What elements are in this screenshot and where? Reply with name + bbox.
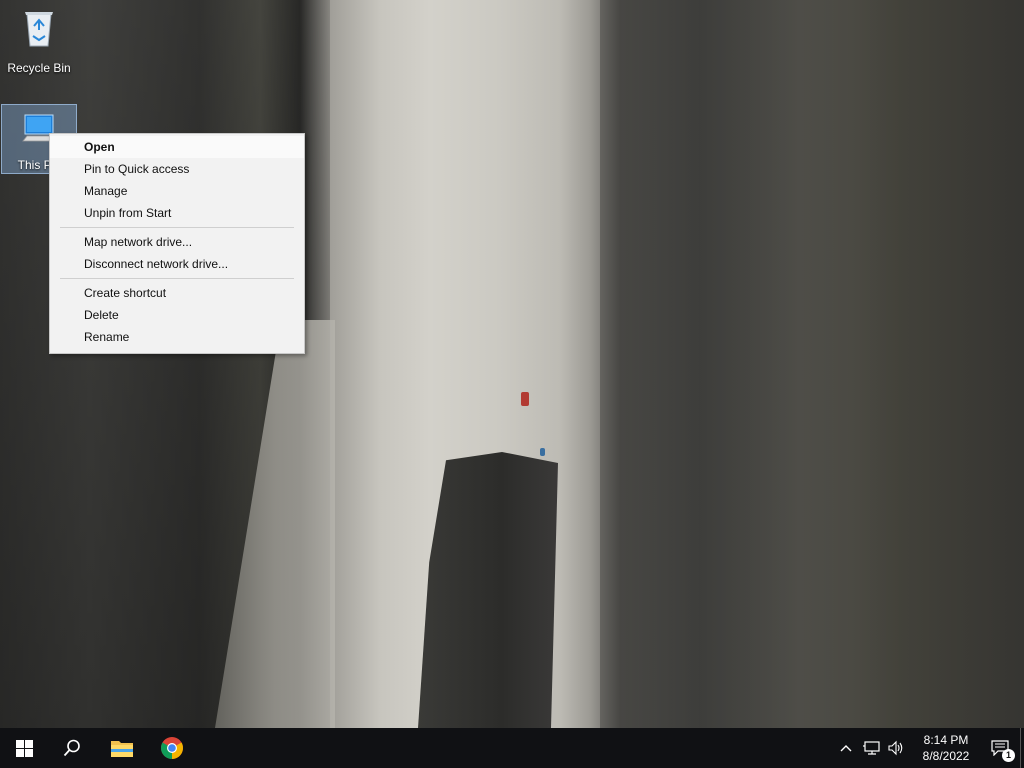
chrome-icon (161, 737, 183, 759)
wallpaper-climber (521, 392, 529, 406)
action-center-button[interactable]: 1 (980, 728, 1020, 768)
menu-item-rename[interactable]: Rename (50, 326, 304, 348)
desktop-wallpaper[interactable] (0, 0, 1024, 728)
menu-item-open[interactable]: Open (50, 136, 304, 158)
volume-button[interactable] (884, 728, 908, 768)
speaker-icon (888, 740, 903, 756)
menu-separator (60, 278, 294, 279)
menu-separator (60, 227, 294, 228)
file-explorer-button[interactable] (98, 728, 146, 768)
menu-item-create-shortcut[interactable]: Create shortcut (50, 282, 304, 304)
chrome-button[interactable] (148, 728, 196, 768)
recycle-bin-icon (25, 12, 53, 47)
notification-count-badge: 1 (1002, 749, 1015, 762)
show-hidden-icons-button[interactable] (836, 728, 856, 768)
menu-item-pin-to-quick-access[interactable]: Pin to Quick access (50, 158, 304, 180)
clock-date: 8/8/2022 (922, 749, 970, 763)
chevron-up-icon (840, 745, 852, 752)
windows-logo-icon (15, 739, 33, 757)
clock-button[interactable]: 8:14 PM 8/8/2022 (908, 728, 984, 768)
folder-icon (111, 741, 133, 757)
network-icon (863, 741, 880, 755)
menu-item-disconnect-network-drive[interactable]: Disconnect network drive... (50, 253, 304, 275)
wallpaper-shade-right (600, 0, 1024, 728)
show-desktop-button[interactable] (1020, 728, 1024, 768)
context-menu: Open Pin to Quick access Manage Unpin fr… (49, 133, 305, 354)
desktop-icon-recycle-bin[interactable]: Recycle Bin (1, 4, 77, 75)
menu-item-manage[interactable]: Manage (50, 180, 304, 202)
menu-item-unpin-from-start[interactable]: Unpin from Start (50, 202, 304, 224)
network-button[interactable] (860, 728, 884, 768)
taskbar: 8:14 PM 8/8/2022 1 (0, 728, 1024, 768)
search-icon (63, 739, 80, 757)
start-button[interactable] (0, 728, 48, 768)
search-button[interactable] (48, 728, 96, 768)
wallpaper-rock-block (418, 452, 558, 728)
wallpaper-climber (540, 448, 545, 456)
recycle-bin-label: Recycle Bin (7, 61, 71, 75)
menu-item-map-network-drive[interactable]: Map network drive... (50, 231, 304, 253)
menu-item-delete[interactable]: Delete (50, 304, 304, 326)
clock-time: 8:14 PM (923, 733, 969, 747)
